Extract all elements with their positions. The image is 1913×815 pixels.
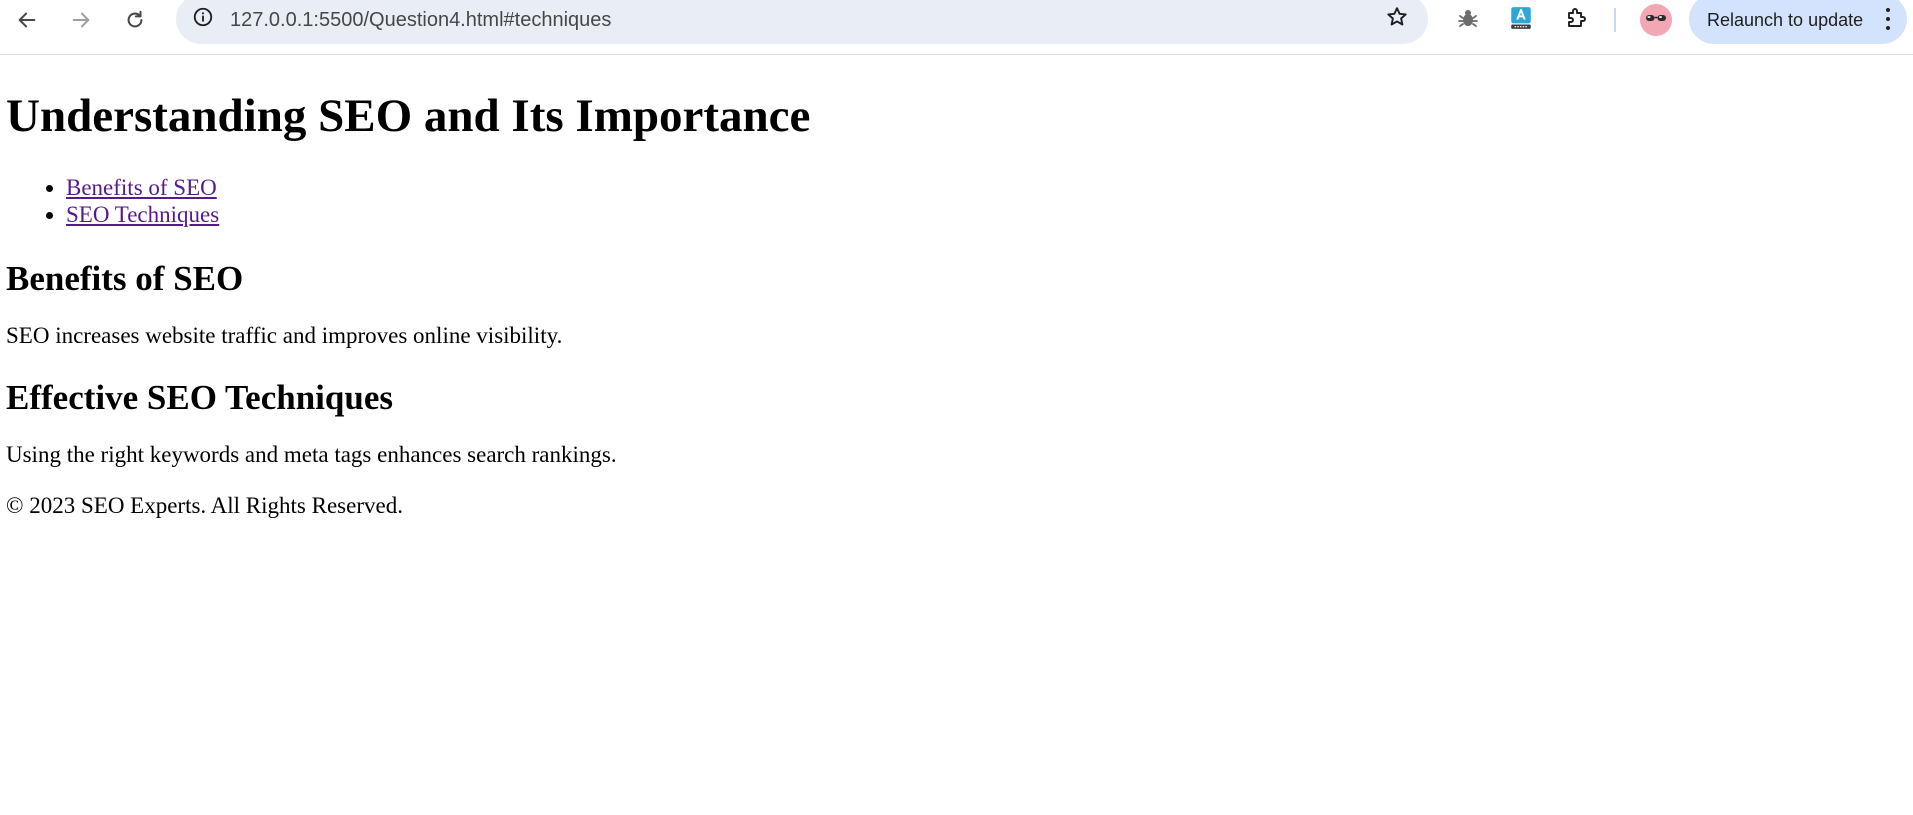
techniques-text: Using the right keywords and meta tags e… bbox=[6, 442, 617, 467]
puzzle-icon bbox=[1564, 6, 1588, 35]
info-icon bbox=[192, 6, 214, 33]
reload-button[interactable] bbox=[115, 0, 155, 40]
techniques-link[interactable]: SEO Techniques bbox=[66, 202, 219, 227]
benefits-text: SEO increases website traffic and improv… bbox=[6, 323, 563, 348]
reload-icon bbox=[124, 9, 146, 31]
star-icon bbox=[1385, 5, 1409, 34]
bug-icon bbox=[1456, 6, 1480, 35]
nav-item-techniques: SEO Techniques bbox=[66, 201, 1907, 228]
nav-item-benefits: Benefits of SEO bbox=[66, 174, 1907, 201]
arrow-right-icon bbox=[70, 9, 92, 31]
sunglasses-icon bbox=[1643, 5, 1669, 36]
page-title: Understanding SEO and Its Importance bbox=[6, 90, 811, 142]
extensions-button[interactable] bbox=[1558, 2, 1594, 38]
bug-extension-button[interactable] bbox=[1450, 2, 1486, 38]
footer-copyright: © 2023 SEO Experts. All Rights Reserved. bbox=[6, 493, 403, 518]
more-vertical-icon bbox=[1883, 4, 1893, 34]
section-nav: Benefits of SEO SEO Techniques bbox=[6, 174, 1907, 228]
site-info-button[interactable] bbox=[188, 4, 218, 34]
translate-extension-button[interactable] bbox=[1503, 2, 1539, 38]
toolbar-divider bbox=[1614, 8, 1616, 32]
arrow-left-icon bbox=[16, 9, 38, 31]
browser-toolbar: 127.0.0.1:5500/Question4.html#techniques bbox=[0, 0, 1913, 55]
relaunch-label: Relaunch to update bbox=[1707, 10, 1864, 30]
profile-avatar[interactable] bbox=[1640, 4, 1672, 36]
url-text[interactable]: 127.0.0.1:5500/Question4.html#techniques bbox=[230, 8, 611, 32]
back-button[interactable] bbox=[7, 0, 47, 40]
techniques-heading: Effective SEO Techniques bbox=[6, 378, 393, 417]
benefits-link[interactable]: Benefits of SEO bbox=[66, 175, 217, 200]
relaunch-button[interactable]: Relaunch to update bbox=[1689, 0, 1907, 44]
benefits-heading: Benefits of SEO bbox=[6, 259, 244, 298]
address-bar[interactable]: 127.0.0.1:5500/Question4.html#techniques bbox=[176, 0, 1428, 44]
bookmark-button[interactable] bbox=[1382, 4, 1412, 34]
forward-button[interactable] bbox=[61, 0, 101, 40]
page-content: Understanding SEO and Its Importance Ben… bbox=[0, 56, 1913, 815]
translate-icon bbox=[1508, 5, 1534, 36]
